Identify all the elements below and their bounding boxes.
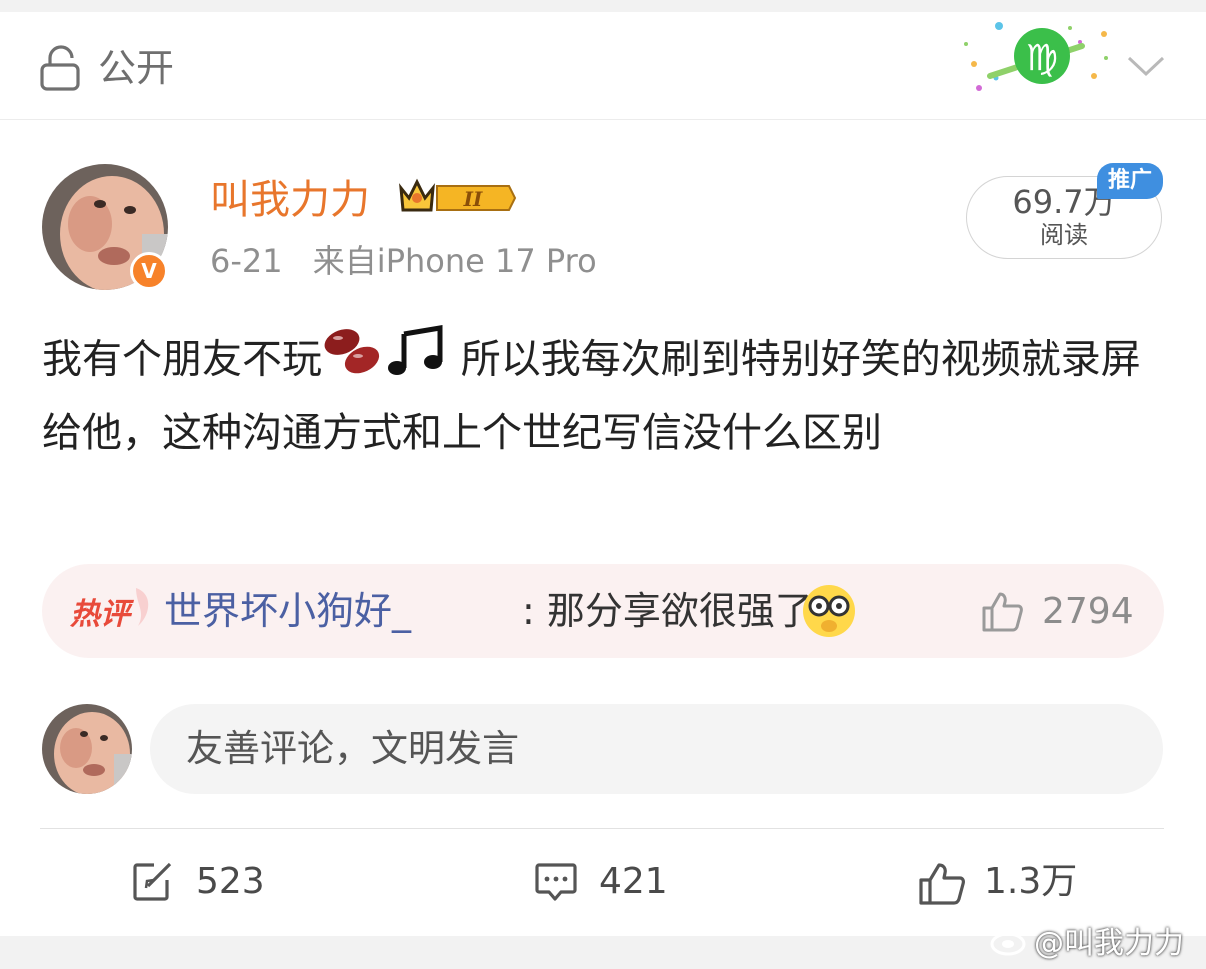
lock-open-icon — [40, 45, 82, 95]
repost-count: 523 — [196, 861, 265, 902]
hot-comment[interactable]: 热评 世界坏小狗好_ : 那分享欲很强了 2794 — [42, 564, 1164, 658]
weibo-logo-icon — [990, 922, 1030, 967]
hot-comment-tag: 热评 — [66, 586, 162, 640]
chevron-down-icon[interactable] — [1126, 54, 1166, 82]
divider — [40, 828, 1164, 829]
top-gap — [0, 0, 1206, 12]
like-icon — [918, 862, 966, 910]
music-note-icon — [384, 324, 448, 399]
glasses-face-icon — [800, 582, 858, 644]
member-level-text: II — [463, 187, 483, 211]
post-meta: 6-21 来自iPhone 17 Pro — [210, 240, 597, 282]
privacy-label: 公开 — [98, 46, 175, 90]
reads-label: 阅读 — [1040, 221, 1088, 249]
beans-icon — [322, 324, 384, 399]
hot-comment-user[interactable]: 世界坏小狗好_ — [164, 588, 411, 634]
crown-icon[interactable]: II — [397, 176, 517, 224]
my-avatar[interactable] — [42, 704, 132, 794]
promo-badge: 推广 — [1097, 163, 1163, 199]
hot-comment-text: : 那分享欲很强了 — [522, 589, 813, 633]
thumbs-up-icon[interactable] — [980, 590, 1024, 638]
comment-input[interactable]: 友善评论，文明发言 — [150, 704, 1163, 794]
virgo-sticker-icon: ♍ — [956, 18, 1116, 102]
watermark-text: @叫我力力 — [1034, 926, 1184, 961]
repost-icon — [132, 862, 174, 906]
hot-comment-likes: 2794 — [1042, 591, 1134, 632]
hot-tag-label: 热评 — [69, 597, 135, 632]
like-count: 1.3万 — [984, 861, 1078, 902]
comment-input-placeholder: 友善评论，文明发言 — [186, 727, 519, 770]
svg-text:♍: ♍ — [1026, 38, 1058, 79]
author-name[interactable]: 叫我力力 — [210, 176, 370, 224]
post-source: 来自iPhone 17 Pro — [312, 242, 597, 280]
comment-count: 421 — [599, 861, 668, 902]
post-date: 6-21 — [210, 242, 283, 280]
privacy-bar[interactable]: 公开 ♍ — [0, 12, 1206, 120]
post-card: 公开 ♍ V 叫我力力 II 6-21 来自iPhone 17 Pro 69.7… — [0, 12, 1206, 936]
post-text: 我有个朋友不玩 所以我每次刷到特别好笑的视频就录屏给他，这种沟通方式和上个世纪写… — [42, 324, 1172, 467]
post-text-part1: 我有个朋友不玩 — [42, 336, 322, 383]
comment-icon — [535, 862, 577, 906]
weibo-watermark: @叫我力力 — [990, 922, 1184, 962]
verified-v-icon: V — [130, 252, 168, 290]
